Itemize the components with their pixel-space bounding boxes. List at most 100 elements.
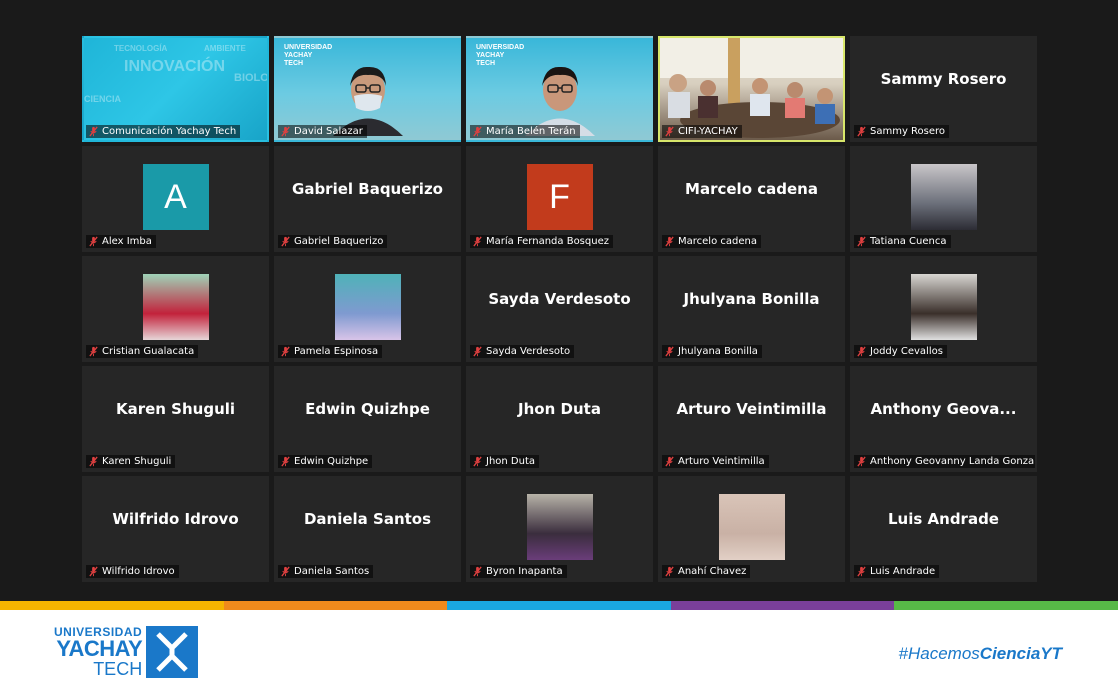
participant-name-label: Jhon Duta <box>470 455 540 468</box>
participant-name-label: Cristian Gualacata <box>86 345 199 358</box>
participant-tile[interactable]: CIFI-YACHAY <box>658 36 845 142</box>
mic-muted-icon <box>665 346 674 357</box>
participant-name-label: David Salazar <box>278 125 367 138</box>
participant-name-label: Sayda Verdesoto <box>470 345 575 358</box>
participant-name-label: Pamela Espinosa <box>278 345 383 358</box>
participant-display-name: Edwin Quizhpe <box>305 399 430 418</box>
participant-name: Joddy Cevallos <box>870 346 943 357</box>
participant-tile[interactable]: Jhon Duta Jhon Duta <box>466 366 653 472</box>
participant-display-name: Jhulyana Bonilla <box>683 289 820 308</box>
profile-photo <box>526 494 593 560</box>
mic-muted-icon <box>857 236 866 247</box>
letter-avatar: F <box>526 164 593 230</box>
participant-name: Cristian Gualacata <box>102 346 195 357</box>
participant-tile[interactable]: UNIVERSIDAD YACHAY TECH David Salazar <box>274 36 461 142</box>
participant-tile[interactable]: A Alex Imba <box>82 146 269 252</box>
participant-tile[interactable]: Wilfrido Idrovo Wilfrido Idrovo <box>82 476 269 582</box>
virtual-background-brand: UNIVERSIDAD YACHAY TECH <box>284 44 333 67</box>
participant-display-name: Anthony Geova... <box>870 399 1017 418</box>
participant-name-label: Byron Inapanta <box>470 565 567 578</box>
participant-tile[interactable]: F María Fernanda Bosquez <box>466 146 653 252</box>
participant-name: Luis Andrade <box>870 566 936 577</box>
participant-name: CIFI-YACHAY <box>678 126 738 137</box>
mic-muted-icon <box>857 346 866 357</box>
participant-display-name: Gabriel Baquerizo <box>292 179 443 198</box>
participant-name: Jhon Duta <box>486 456 536 467</box>
participant-name: Edwin Quizhpe <box>294 456 369 467</box>
participant-tile[interactable]: Edwin Quizhpe Edwin Quizhpe <box>274 366 461 472</box>
mic-muted-icon <box>281 566 290 577</box>
participant-name-label: Wilfrido Idrovo <box>86 565 179 578</box>
participant-tile[interactable]: Sammy Rosero Sammy Rosero <box>850 36 1037 142</box>
participant-tile[interactable]: Gabriel Baquerizo Gabriel Baquerizo <box>274 146 461 252</box>
mic-muted-icon <box>857 126 866 137</box>
participant-name-label: Tatiana Cuenca <box>854 235 951 248</box>
participant-name: Anthony Geovanny Landa Gonzalez <box>870 456 1037 467</box>
participant-name: Pamela Espinosa <box>294 346 379 357</box>
participant-tile[interactable]: Jhulyana Bonilla Jhulyana Bonilla <box>658 256 845 362</box>
participant-tile[interactable]: Luis Andrade Luis Andrade <box>850 476 1037 582</box>
participant-display-name: Luis Andrade <box>888 509 999 528</box>
participant-name-label: Anthony Geovanny Landa Gonzalez <box>854 455 1037 468</box>
background-word: CIENCIA <box>84 94 122 104</box>
participant-name-label: Marcelo cadena <box>662 235 761 248</box>
mic-muted-icon <box>89 236 98 247</box>
mic-muted-icon <box>473 456 482 467</box>
participant-name: Wilfrido Idrovo <box>102 566 175 577</box>
profile-photo <box>910 164 977 230</box>
participant-tile[interactable]: UNIVERSIDAD YACHAY TECH María Belén Terán <box>466 36 653 142</box>
mic-muted-icon <box>281 456 290 467</box>
background-word: TECNOLOGÍA <box>114 44 168 53</box>
stripe-segment <box>894 601 1118 610</box>
participant-tile[interactable]: Karen Shuguli Karen Shuguli <box>82 366 269 472</box>
participant-tile[interactable]: Daniela Santos Daniela Santos <box>274 476 461 582</box>
stripe-segment <box>447 601 671 610</box>
mic-muted-icon <box>473 346 482 357</box>
participant-tile[interactable]: Arturo Veintimilla Arturo Veintimilla <box>658 366 845 472</box>
color-stripe <box>0 601 1118 610</box>
mic-muted-icon <box>89 126 98 137</box>
participant-name-label: Edwin Quizhpe <box>278 455 373 468</box>
participant-name: Marcelo cadena <box>678 236 757 247</box>
participant-name: Tatiana Cuenca <box>870 236 947 247</box>
participant-tile[interactable]: Cristian Gualacata <box>82 256 269 362</box>
hashtag: #HacemosCienciaYT <box>899 644 1062 664</box>
participant-tile[interactable]: Marcelo cadena Marcelo cadena <box>658 146 845 252</box>
participant-name-label: Alex Imba <box>86 235 156 248</box>
participant-name: Jhulyana Bonilla <box>678 346 758 357</box>
stripe-segment <box>670 601 895 610</box>
participant-name: Daniela Santos <box>294 566 370 577</box>
mic-muted-icon <box>89 346 98 357</box>
participant-tile[interactable]: Pamela Espinosa <box>274 256 461 362</box>
mic-muted-icon <box>281 346 290 357</box>
participant-name: Byron Inapanta <box>486 566 563 577</box>
participant-tile[interactable]: Joddy Cevallos <box>850 256 1037 362</box>
participant-tile[interactable]: Byron Inapanta <box>466 476 653 582</box>
mic-muted-icon <box>665 236 674 247</box>
mic-muted-icon <box>281 236 290 247</box>
participant-tile[interactable]: Sayda Verdesoto Sayda Verdesoto <box>466 256 653 362</box>
mic-muted-icon <box>665 456 674 467</box>
participant-tile[interactable]: INNOVACIÓN TECNOLOGÍA AMBIENTE CIENCIA BIOLO… <box>82 36 269 142</box>
participant-name: Karen Shuguli <box>102 456 172 467</box>
participant-grid: INNOVACIÓN TECNOLOGÍA AMBIENTE CIENCIA BIOLO… <box>82 36 1037 582</box>
participant-name: María Belén Terán <box>486 126 576 137</box>
participant-name: Arturo Veintimilla <box>678 456 765 467</box>
footer-banner: UNIVERSIDAD YACHAY TECH #HacemosCienciaY… <box>0 610 1118 693</box>
participant-name-label: Anahí Chavez <box>662 565 751 578</box>
participant-name-label: Luis Andrade <box>854 565 940 578</box>
logo-line-3: TECH <box>93 659 143 679</box>
profile-photo <box>142 274 209 340</box>
profile-photo <box>334 274 401 340</box>
stripe-segment <box>0 601 224 610</box>
participant-tile[interactable]: Anthony Geova... Anthony Geovanny Landa G… <box>850 366 1037 472</box>
mic-muted-icon <box>665 126 674 137</box>
participant-display-name: Karen Shuguli <box>115 399 236 418</box>
participant-tile[interactable]: Anahí Chavez <box>658 476 845 582</box>
participant-name: David Salazar <box>294 126 363 137</box>
mic-muted-icon <box>473 566 482 577</box>
participant-tile[interactable]: Tatiana Cuenca <box>850 146 1037 252</box>
participant-name: Sammy Rosero <box>870 126 946 137</box>
mic-muted-icon <box>857 566 866 577</box>
mic-muted-icon <box>473 236 482 247</box>
